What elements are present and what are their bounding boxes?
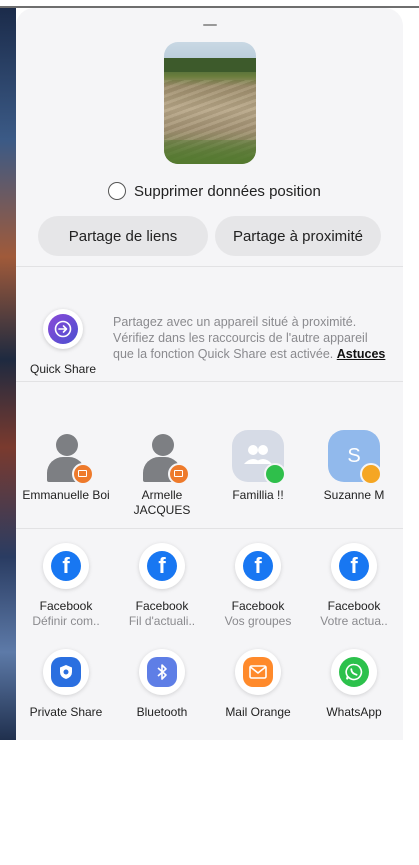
share-apps: f Facebook Définir com.. f Facebook Fil … xyxy=(16,528,403,740)
app-name: Facebook xyxy=(327,599,381,613)
remove-location-label: Supprimer données position xyxy=(134,182,321,200)
mail-badge-icon xyxy=(168,463,190,485)
drag-handle[interactable] xyxy=(203,24,217,26)
remove-location-option[interactable]: Supprimer données position xyxy=(108,180,321,202)
remove-location-radio[interactable] xyxy=(108,182,126,200)
app-facebook-groups[interactable]: f Facebook Vos groupes xyxy=(210,543,306,629)
contact-name: Famillia !! xyxy=(232,488,284,502)
app-name: Facebook xyxy=(231,599,285,613)
quick-share-label: Quick Share xyxy=(30,362,97,376)
app-whatsapp[interactable]: WhatsApp xyxy=(306,649,402,720)
direct-share-contacts: Emmanuelle Boi Armelle JACQUES Famillia … xyxy=(16,381,403,529)
contact-emmanuelle-boi[interactable]: Emmanuelle Boi xyxy=(18,430,114,503)
app-subtitle: Vos groupes xyxy=(224,614,292,628)
tips-link[interactable]: Astuces xyxy=(337,347,386,361)
background-wallpaper-edge xyxy=(0,8,16,740)
app-facebook-story[interactable]: f Facebook Votre actua.. xyxy=(306,543,402,629)
bluetooth-icon xyxy=(147,657,177,687)
mail-badge-icon xyxy=(72,463,94,485)
facebook-icon: f xyxy=(243,551,273,581)
contact-armelle-jacques[interactable]: Armelle JACQUES xyxy=(114,430,210,518)
quick-share-icon xyxy=(48,314,78,344)
quick-share-button[interactable] xyxy=(43,309,83,349)
quick-share-section: Quick Share Partagez avec un appareil si… xyxy=(16,266,403,381)
facebook-icon: f xyxy=(147,551,177,581)
share-sheet: Supprimer données position Partage de li… xyxy=(16,8,403,740)
facebook-icon: f xyxy=(339,551,369,581)
contact-suzanne-m[interactable]: S Suzanne M xyxy=(306,430,402,503)
contact-name: Armelle JACQUES xyxy=(133,488,191,517)
app-facebook-comment[interactable]: f Facebook Définir com.. xyxy=(18,543,114,629)
app-name: Facebook xyxy=(135,599,189,613)
image-preview[interactable] xyxy=(164,42,256,164)
whatsapp-icon xyxy=(339,657,369,687)
contact-name: Emmanuelle Boi xyxy=(22,488,110,502)
message-badge-icon xyxy=(360,463,382,485)
app-subtitle: Votre actua.. xyxy=(320,614,388,628)
app-private-share[interactable]: Private Share xyxy=(18,649,114,720)
quick-share-description: Partagez avec un appareil situé à proxim… xyxy=(113,315,386,361)
facebook-icon: f xyxy=(51,551,81,581)
app-subtitle: Définir com.. xyxy=(32,614,100,628)
app-name: Facebook xyxy=(39,599,93,613)
app-subtitle: Fil d'actuali.. xyxy=(128,614,196,628)
app-name: Bluetooth xyxy=(136,705,188,719)
app-facebook-feed[interactable]: f Facebook Fil d'actuali.. xyxy=(114,543,210,629)
contact-name: Suzanne M xyxy=(323,488,385,502)
whatsapp-badge-icon xyxy=(264,463,286,485)
mail-icon xyxy=(243,657,273,687)
app-mail-orange[interactable]: Mail Orange xyxy=(210,649,306,720)
app-name: Private Share xyxy=(29,705,103,719)
contact-famillia[interactable]: Famillia !! xyxy=(210,430,306,503)
private-share-icon xyxy=(51,657,81,687)
app-name: Mail Orange xyxy=(225,705,291,719)
link-sharing-button[interactable]: Partage de liens xyxy=(38,216,208,256)
top-border xyxy=(0,0,419,8)
app-name: WhatsApp xyxy=(326,705,382,719)
nearby-sharing-button[interactable]: Partage à proximité xyxy=(215,216,381,256)
app-bluetooth[interactable]: Bluetooth xyxy=(114,649,210,720)
